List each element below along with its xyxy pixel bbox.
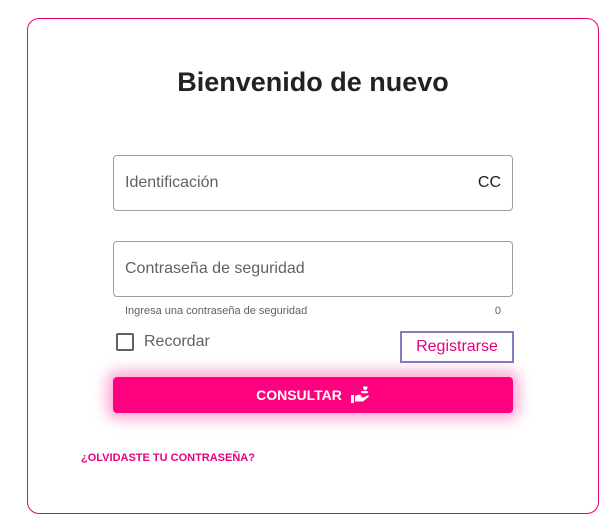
document-type-suffix: CC bbox=[477, 174, 501, 191]
consultar-label: CONSULTAR bbox=[256, 387, 342, 403]
forgot-password-link[interactable]: ¿OLVIDASTE TU CONTRASEÑA? bbox=[81, 452, 255, 464]
identification-field[interactable]: CC bbox=[113, 155, 513, 211]
remember-label: Recordar bbox=[144, 333, 210, 350]
password-input[interactable] bbox=[114, 242, 512, 296]
remember-me[interactable]: Recordar bbox=[116, 333, 210, 351]
register-button[interactable]: Registrarse bbox=[400, 331, 514, 363]
password-field[interactable] bbox=[113, 241, 513, 297]
password-hint: Ingresa una contraseña de seguridad bbox=[125, 305, 308, 317]
consultar-button[interactable]: CONSULTAR bbox=[113, 377, 513, 413]
password-helper-row: Ingresa una contraseña de seguridad 0 bbox=[125, 305, 501, 317]
remember-checkbox[interactable] bbox=[116, 333, 134, 351]
login-card: Bienvenido de nuevo CC Ingresa una contr… bbox=[27, 18, 599, 514]
password-char-counter: 0 bbox=[494, 305, 501, 317]
hand-heart-icon bbox=[350, 386, 370, 404]
identification-input[interactable] bbox=[114, 156, 512, 210]
page-title: Bienvenido de nuevo bbox=[177, 67, 449, 97]
